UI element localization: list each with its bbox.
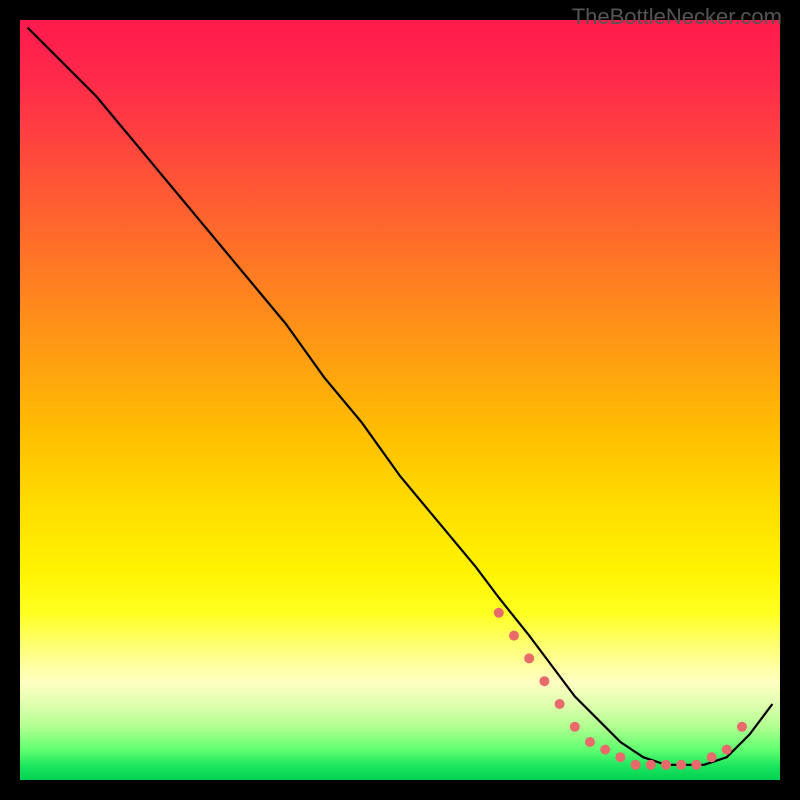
marker-dot: [570, 722, 580, 732]
marker-dot: [722, 745, 732, 755]
marker-dot: [631, 760, 641, 770]
marker-dot: [555, 699, 565, 709]
watermark-text: TheBottleNecker.com: [572, 4, 782, 30]
curve-line: [28, 28, 773, 765]
marker-dot: [615, 752, 625, 762]
marker-dots: [494, 608, 747, 770]
marker-dot: [509, 631, 519, 641]
marker-dot: [494, 608, 504, 618]
marker-dot: [524, 653, 534, 663]
marker-dot: [737, 722, 747, 732]
marker-dot: [646, 760, 656, 770]
marker-dot: [691, 760, 701, 770]
marker-dot: [676, 760, 686, 770]
marker-dot: [661, 760, 671, 770]
marker-dot: [707, 752, 717, 762]
chart-svg: [20, 20, 780, 780]
marker-dot: [600, 745, 610, 755]
marker-dot: [539, 676, 549, 686]
marker-dot: [585, 737, 595, 747]
